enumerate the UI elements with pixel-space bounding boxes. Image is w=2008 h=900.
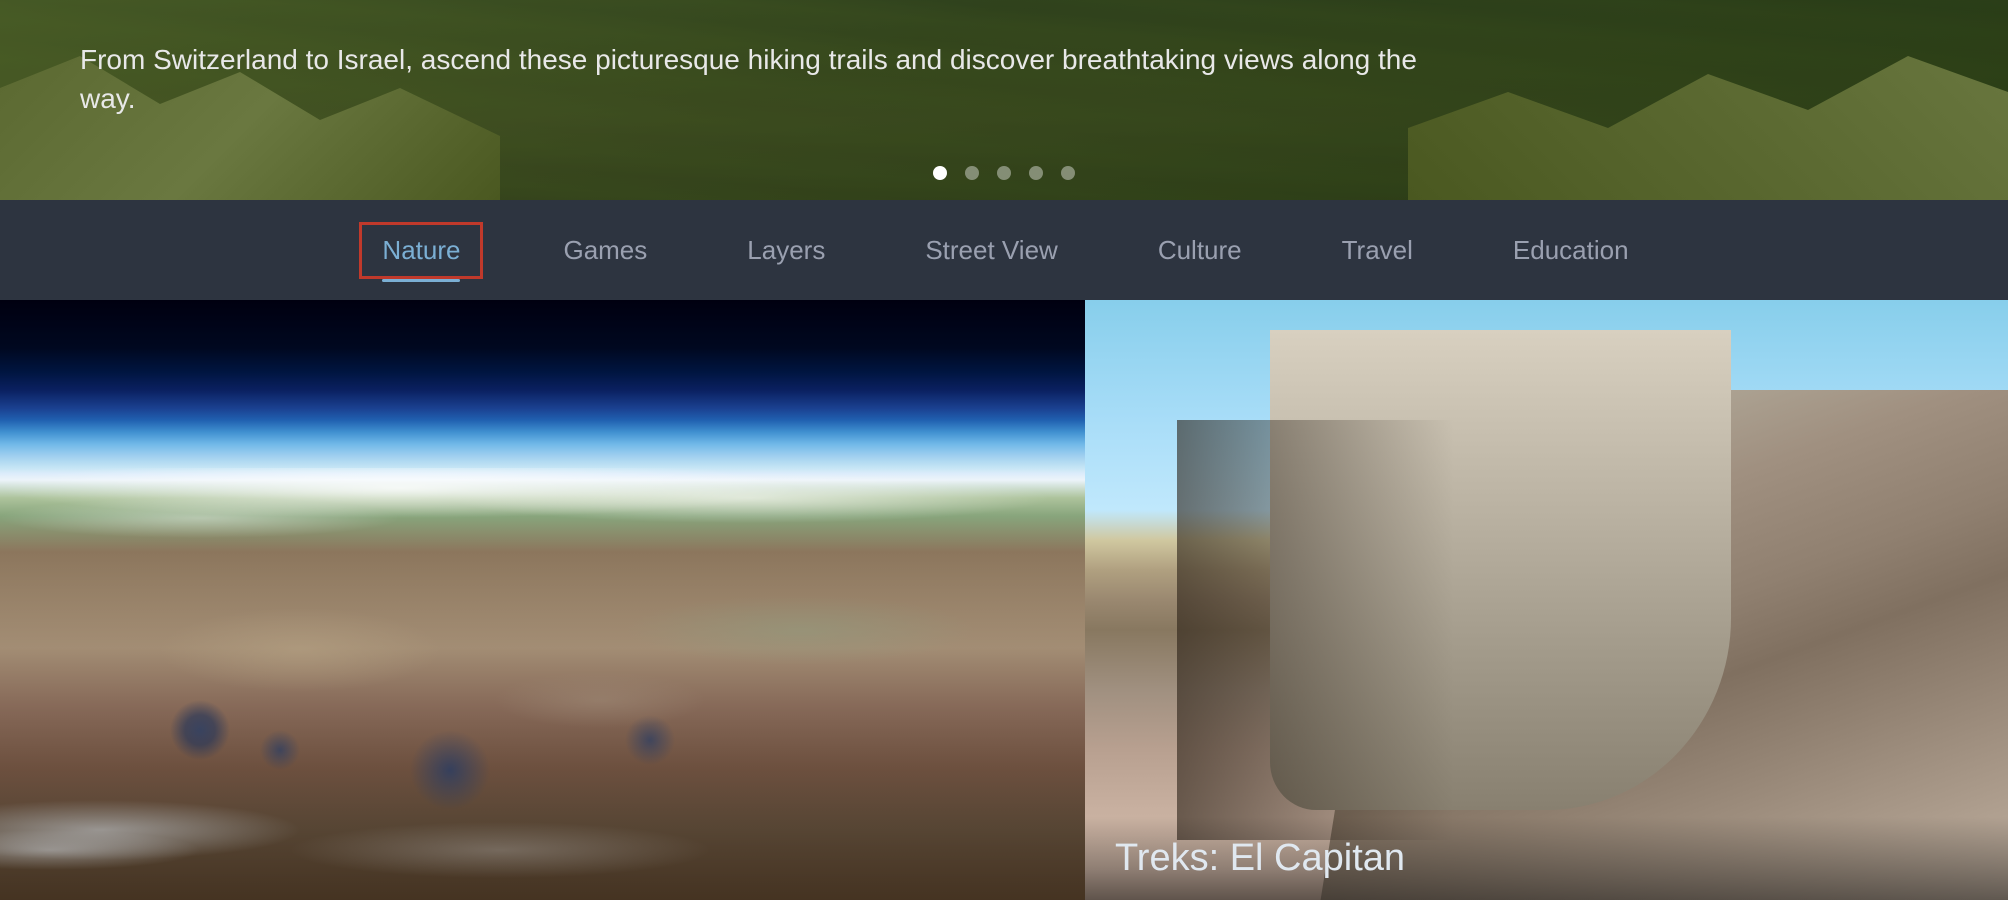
- carousel-dots: [933, 166, 1075, 180]
- earth-clouds: [0, 468, 1085, 558]
- main-panel[interactable]: [0, 300, 1085, 900]
- carousel-dot-5[interactable]: [1061, 166, 1075, 180]
- nav-item-culture[interactable]: Culture: [1138, 225, 1262, 276]
- carousel-dot-3[interactable]: [997, 166, 1011, 180]
- earth-view: [0, 300, 1085, 900]
- nav-item-travel[interactable]: Travel: [1322, 225, 1433, 276]
- hero-banner: From Switzerland to Israel, ascend these…: [0, 0, 2008, 200]
- nav-item-nature[interactable]: Nature: [359, 222, 483, 279]
- category-nav: Nature Games Layers Street View Culture …: [0, 200, 2008, 300]
- nav-item-games[interactable]: Games: [543, 225, 667, 276]
- carousel-dot-2[interactable]: [965, 166, 979, 180]
- nav-item-layers[interactable]: Layers: [727, 225, 845, 276]
- content-area: Treks: El Capitan: [0, 300, 2008, 900]
- treks-title: Treks: El Capitan: [1115, 837, 1405, 879]
- earth-snow: [0, 780, 1085, 900]
- nav-item-street-view[interactable]: Street View: [905, 225, 1077, 276]
- el-capitan-view: [1085, 300, 2008, 900]
- el-capitan-shadow: [1177, 420, 1454, 840]
- treks-title-overlay: Treks: El Capitan: [1085, 817, 2008, 900]
- hero-description: From Switzerland to Israel, ascend these…: [80, 40, 1480, 118]
- carousel-dot-1[interactable]: [933, 166, 947, 180]
- right-panel[interactable]: Treks: El Capitan: [1085, 300, 2008, 900]
- carousel-dot-4[interactable]: [1029, 166, 1043, 180]
- nav-item-education[interactable]: Education: [1493, 225, 1649, 276]
